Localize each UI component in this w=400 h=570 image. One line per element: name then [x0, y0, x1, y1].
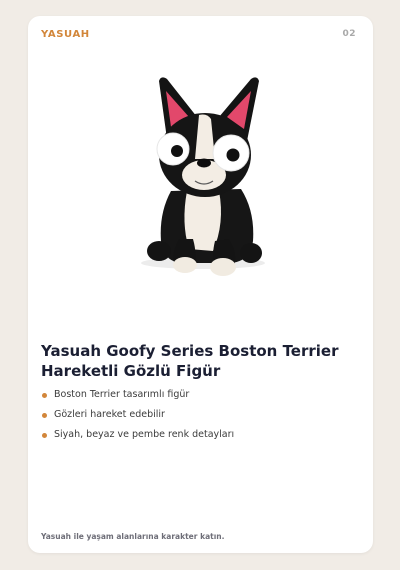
bullet-dot — [42, 393, 47, 398]
feature-list: Boston Terrier tasarımlı figür Gözleri h… — [41, 389, 234, 449]
product-title: Yasuah Goofy Series Boston Terrier Harek… — [41, 342, 339, 380]
page-number: 02 — [342, 29, 356, 39]
feature-text: Boston Terrier tasarımlı figür — [54, 389, 190, 400]
brand-logo: YASUAH — [41, 29, 90, 40]
bullet-dot — [42, 433, 47, 438]
feature-text: Siyah, beyaz ve pembe renk detayları — [54, 429, 235, 440]
list-item: Gözleri hareket edebilir — [41, 409, 234, 429]
list-item: Siyah, beyaz ve pembe renk detayları — [41, 429, 234, 449]
product-card: YASUAH 02 Yasuah Goofy Series Boston Ter… — [28, 16, 373, 553]
product-image — [141, 77, 265, 276]
feature-text: Gözleri hareket edebilir — [54, 409, 165, 420]
list-item: Boston Terrier tasarımlı figür — [41, 389, 234, 409]
footer-tagline: Yasuah ile yaşam alanlarına karakter kat… — [41, 532, 225, 541]
bullet-dot — [42, 413, 47, 418]
